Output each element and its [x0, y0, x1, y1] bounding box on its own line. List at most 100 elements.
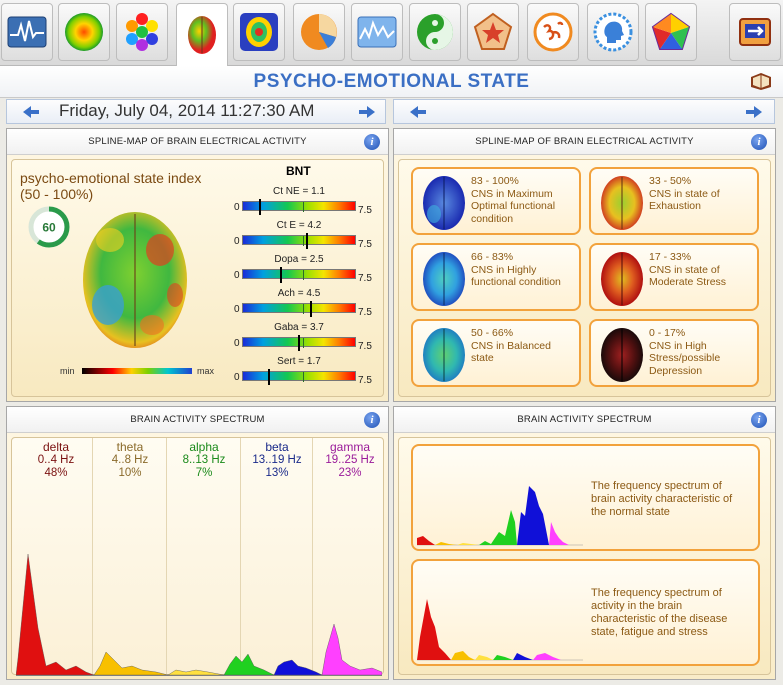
band-name: theta	[116, 440, 144, 454]
legend-line: Depression	[649, 364, 703, 377]
bnt-gauge-label: Ach = 4.5	[277, 288, 321, 299]
brain-red-icon	[601, 252, 643, 306]
legend-card-high-stress: 0 - 17% CNS in High Stress/possible Depr…	[589, 319, 759, 387]
bnt-scale-min: 0	[234, 304, 240, 315]
reference-line: brain activity characteristic of	[591, 493, 733, 505]
bnt-scale-min: 0	[234, 338, 240, 349]
spectrum-band-area-gamma	[321, 623, 382, 676]
legend-card-max-optimal: 83 - 100% CNS in Maximum Optimal functio…	[411, 167, 581, 235]
tab-spectrum[interactable]	[351, 3, 403, 61]
tab-aura[interactable]	[58, 3, 110, 61]
band-range: 4..8 Hz	[111, 454, 149, 466]
bnt-scale-max: 7.5	[358, 273, 372, 284]
band-range: 0..4 Hz	[37, 454, 75, 466]
spectrum-band-area-delta	[16, 553, 95, 676]
brain-green-icon	[423, 328, 465, 382]
legend-line: condition	[471, 212, 514, 225]
band-name: alpha	[189, 440, 219, 454]
band-name: delta	[42, 440, 70, 454]
legend-card-highly-functional: 66 - 83% CNS in Highly functional condit…	[411, 243, 581, 311]
band-pct: 7%	[195, 467, 213, 479]
bnt-gauge-bar	[242, 233, 356, 249]
next-arrow-icon[interactable]	[746, 105, 762, 119]
bnt-gauge-midline	[303, 270, 305, 280]
legend-line: Optimal functional	[471, 200, 556, 212]
reference-line: state, fatigue and stress	[591, 626, 708, 638]
tab-color-pentagon[interactable]	[645, 3, 697, 61]
tab-chakras[interactable]	[116, 3, 168, 61]
tab-body-scan[interactable]	[233, 3, 285, 61]
color-scale-bar	[82, 368, 192, 374]
normal-spectrum-card: The frequency spectrum of brain activity…	[411, 444, 760, 551]
bnt-scale-min: 0	[234, 372, 240, 383]
band-range: 13..19 Hz	[252, 454, 302, 466]
band-range: 8..13 Hz	[182, 454, 226, 466]
legend-line: Stress/possible	[649, 352, 721, 364]
bnt-gauge-bar	[242, 267, 356, 283]
book-icon[interactable]	[749, 71, 773, 91]
band-name: beta	[265, 440, 289, 454]
reference-line: characteristic of the disease	[591, 613, 728, 625]
legend-line: CNS in High	[649, 339, 707, 352]
legend-range: 50 - 66%	[471, 327, 514, 339]
brain-spline-map	[83, 212, 187, 348]
legend-range: 83 - 100%	[471, 175, 519, 187]
info-icon[interactable]: i	[364, 134, 380, 150]
tab-om[interactable]	[527, 3, 579, 61]
band-gamma: gamma 19..25 Hz 23%	[314, 441, 386, 480]
legend-card-moderate-stress: 17 - 33% CNS in state of Moderate Stress	[589, 243, 759, 311]
panel-header: SPLINE-MAP OF BRAIN ELECTRICAL ACTIVITY	[394, 129, 775, 155]
band-pct: 23%	[338, 467, 362, 479]
om-symbol-icon	[533, 12, 573, 52]
tab-brain-map[interactable]	[176, 3, 228, 66]
tab-pentagon-star[interactable]	[467, 3, 519, 61]
reference-line: the normal state	[591, 506, 670, 518]
exit-icon	[739, 18, 771, 46]
max-label: max	[197, 366, 215, 376]
bnt-scale-min: 0	[234, 270, 240, 281]
next-arrow-icon[interactable]	[359, 105, 375, 119]
legend-card-text: 50 - 66% CNS in Balanced state	[471, 327, 551, 365]
reference-line: The frequency spectrum of	[591, 587, 722, 599]
color-pentagon-icon	[651, 12, 691, 50]
reference-line: The frequency spectrum of	[591, 480, 722, 492]
info-icon[interactable]: i	[751, 412, 767, 428]
legend-card-text: 33 - 50% CNS in state of Exhaustion	[649, 175, 720, 213]
title-bar: PSYCHO-EMOTIONAL STATE	[0, 66, 783, 98]
legend-line: CNS in state of	[649, 263, 720, 276]
legend-card-balanced: 50 - 66% CNS in Balanced state	[411, 319, 581, 387]
band-name: gamma	[329, 440, 370, 454]
exit-button[interactable]	[729, 3, 781, 61]
panel-header: SPLINE-MAP OF BRAIN ELECTRICAL ACTIVITY	[7, 129, 388, 155]
tab-yin-yang[interactable]	[409, 3, 461, 61]
aura-sphere-icon	[65, 13, 103, 51]
tab-pie[interactable]	[293, 3, 345, 61]
legend-range: 17 - 33%	[649, 251, 692, 263]
legend-card-text: 17 - 33% CNS in state of Moderate Stress	[649, 251, 726, 289]
info-icon[interactable]: i	[364, 412, 380, 428]
body-scan-icon	[240, 13, 278, 51]
legend-line: state	[471, 352, 494, 364]
bnt-gauge-bar	[242, 369, 356, 385]
spectrum-band-area-theta	[93, 651, 169, 676]
bnt-gauge-bar	[242, 301, 356, 317]
yin-yang-icon	[417, 14, 453, 50]
info-icon[interactable]: i	[751, 134, 767, 150]
legend-line: CNS in state of	[649, 187, 720, 200]
toolbar	[0, 0, 783, 66]
bnt-gauge-label: Sert = 1.7	[277, 356, 321, 367]
bnt-gauge-midline	[303, 202, 305, 212]
tab-ecg[interactable]	[1, 3, 53, 61]
band-range: 19..25 Hz	[325, 454, 375, 466]
index-label-text: psycho-emotional state index	[20, 170, 202, 186]
bnt-gauge-marker	[268, 369, 271, 385]
tab-head[interactable]	[587, 3, 639, 61]
legend-line: functional condition	[471, 276, 561, 288]
brain-map-icon	[188, 16, 216, 54]
prev-arrow-icon[interactable]	[23, 105, 39, 119]
date-time-label: Friday, July 04, 2014 11:27:30 AM	[59, 101, 315, 120]
prev-arrow-icon[interactable]	[410, 105, 426, 119]
bnt-gauge-label: Dopa = 2.5	[274, 254, 324, 265]
gauge-value: 60	[42, 221, 56, 235]
band-pct: 10%	[118, 467, 142, 479]
